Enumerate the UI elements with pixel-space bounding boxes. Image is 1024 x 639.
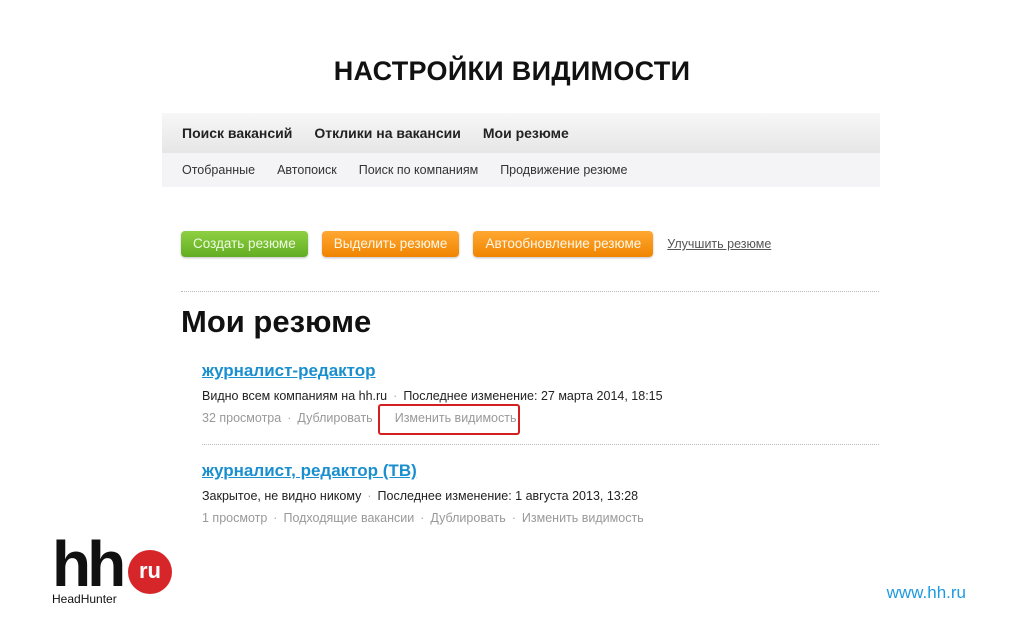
nav-sub-bar: Отобранные Автопоиск Поиск по компаниям … [162,153,880,187]
resume-meta: Закрытое, не видно никому · Последнее изме… [202,489,639,503]
resume-item: журналист, редактор (ТВ) Закрытое, не ви… [202,461,644,525]
nav-responses[interactable]: Отклики на вакансии [314,125,461,141]
nav-search-vacancies[interactable]: Поиск вакансий [182,125,292,141]
slide-title: НАСТРОЙКИ ВИДИМОСТИ [333,56,691,86]
divider [202,444,879,445]
nav-top-bar: Поиск вакансий Отклики на вакансии Мои р… [162,113,880,153]
views-link[interactable]: 32 просмотра [202,411,281,425]
divider [181,291,879,292]
resume-actions: 32 просмотра · Дублировать Изменить видимос… [202,404,663,435]
resume-item: журналист-редактор Видно всем компаниям … [202,361,663,435]
duplicate-link[interactable]: Дублировать [430,511,505,525]
action-bar: Создать резюме Выделить резюме Автообнов… [181,231,771,257]
resume-meta: Видно всем компаниям на hh.ru · Последнее … [202,389,663,403]
website-link[interactable]: www.hh.ru [887,583,966,603]
last-modified: Последнее изменение: 27 марта 2014, 18:1… [403,389,663,403]
resume-title-link[interactable]: журналист-редактор [202,361,663,381]
nav-resume-promotion[interactable]: Продвижение резюме [500,163,627,177]
nav-company-search[interactable]: Поиск по компаниям [359,163,478,177]
duplicate-link[interactable]: Дублировать [297,411,372,425]
headhunter-logo: hh ru HeadHunter [52,528,172,606]
visibility-status: Закрытое, не видно никому [202,489,362,503]
logo-ru-badge: ru [128,550,172,594]
matching-vacancies-link[interactable]: Подходящие вакансии [283,511,414,525]
resume-actions: 1 просмотр · Подходящие вакансии · Дублирова… [202,511,644,525]
logo-subtitle: HeadHunter [52,592,117,606]
page-heading: Мои резюме [181,304,372,339]
highlight-resume-button[interactable]: Выделить резюме [321,231,460,257]
last-modified: Последнее изменение: 1 августа 2013, 13:… [377,489,639,503]
create-resume-button[interactable]: Создать резюме [181,231,308,257]
nav-selected[interactable]: Отобранные [182,163,255,177]
views-link[interactable]: 1 просмотр [202,511,267,525]
change-visibility-link[interactable]: Изменить видимость [522,511,644,525]
autoupdate-resume-button[interactable]: Автообновление резюме [473,231,654,257]
resume-title-link[interactable]: журналист, редактор (ТВ) [202,461,644,481]
logo-hh-text: hh [52,528,126,600]
visibility-status: Видно всем компаниям на hh.ru [202,389,388,403]
main-navigation: Поиск вакансий Отклики на вакансии Мои р… [162,113,880,187]
nav-autosearch[interactable]: Автопоиск [277,163,337,177]
improve-resume-link[interactable]: Улучшить резюме [667,237,771,251]
nav-my-resumes[interactable]: Мои резюме [483,125,569,141]
highlight-box [378,404,520,435]
